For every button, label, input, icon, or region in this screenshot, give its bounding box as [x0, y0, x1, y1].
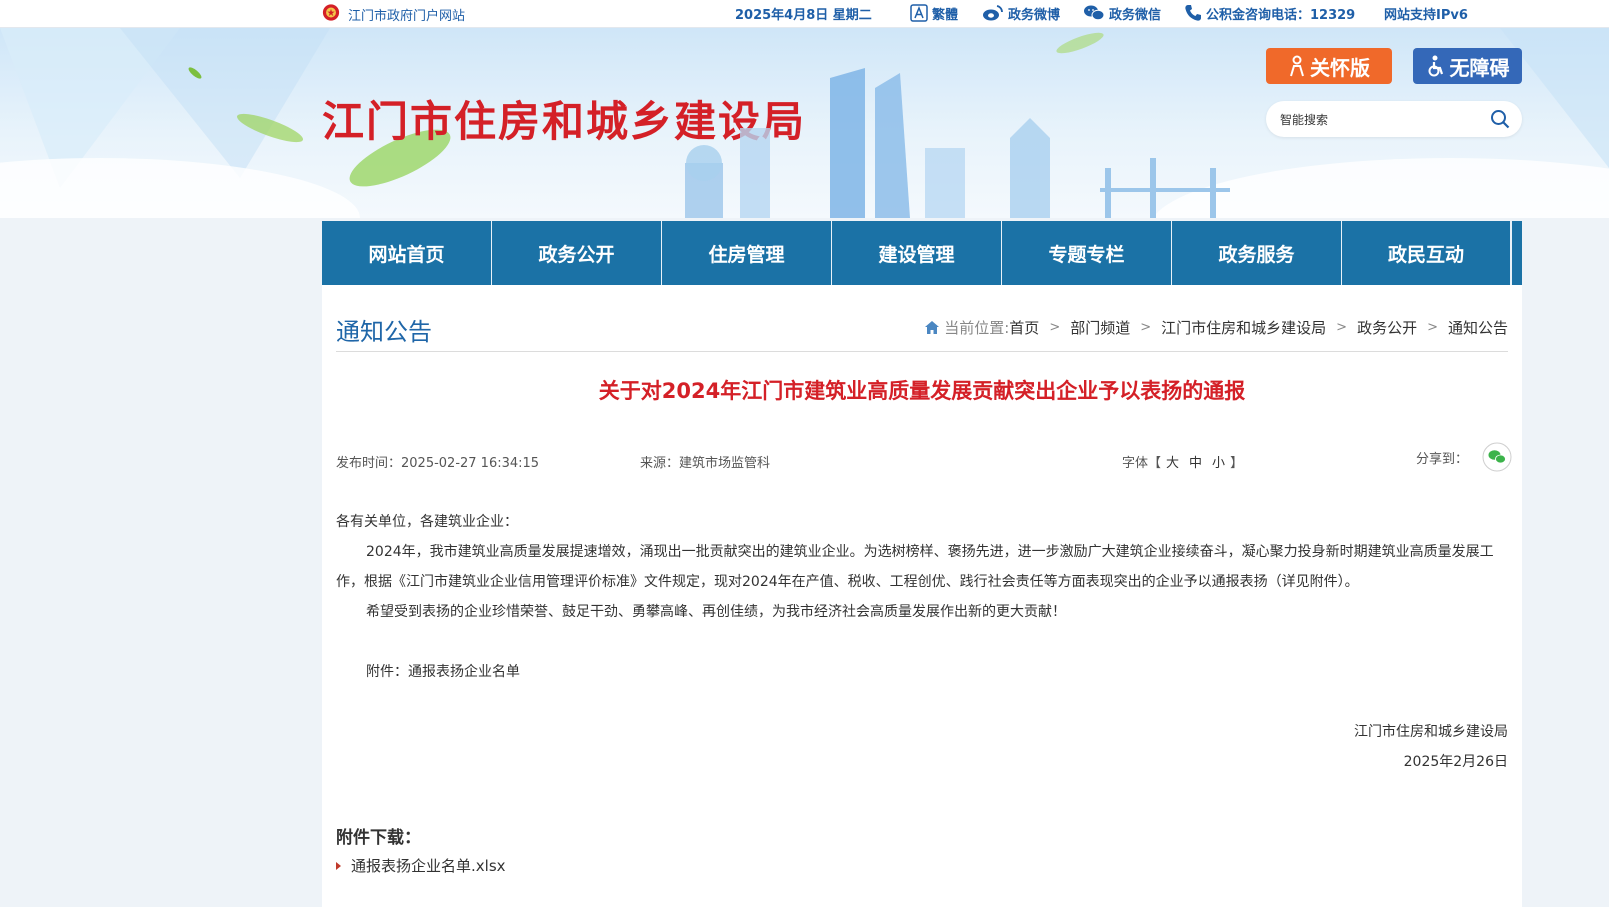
- weibo-label: 政务微博: [1008, 7, 1061, 23]
- breadcrumb-bureau[interactable]: 江门市住房和城乡建设局: [1161, 317, 1326, 338]
- article-body: 各有关单位，各建筑业企业： 2024年，我市建筑业高质量发展提速增效，涌现出一批…: [336, 507, 1508, 777]
- share-label: 分享到：: [1416, 451, 1469, 467]
- search-input[interactable]: [1278, 109, 1482, 131]
- body-attachment-line: 附件：通报表扬企业名单: [366, 664, 520, 680]
- hotline-label: 公积金咨询电话：12329: [1206, 7, 1356, 23]
- attachments-title: 附件下载：: [336, 828, 421, 848]
- breadcrumb-separator: >: [1140, 320, 1152, 335]
- breadcrumb-dept-channel[interactable]: 部门频道: [1070, 317, 1130, 338]
- breadcrumb: 当前位置: 首页 > 部门频道 > 江门市住房和城乡建设局 > 政务公开 > 通…: [925, 317, 1508, 338]
- breadcrumb-notices[interactable]: 通知公告: [1448, 317, 1508, 338]
- wechat-icon: [1084, 5, 1105, 21]
- body-paragraph: 2024年，我市建筑业高质量发展提速增效，涌现出一批贡献突出的建筑业企业。为选树…: [336, 544, 1494, 590]
- font-size-label: 字体【: [1122, 456, 1162, 471]
- wechat-share-icon[interactable]: [1482, 442, 1512, 472]
- wechat-link[interactable]: 政务微信: [1083, 2, 1161, 24]
- publish-time: 发布时间：2025-02-27 16:34:15: [336, 456, 540, 471]
- font-size-control: 字体【 大 中 小 】: [1122, 452, 1243, 471]
- breadcrumb-gov-affairs-open[interactable]: 政务公开: [1357, 317, 1417, 338]
- accessibility-label: 无障碍: [1449, 55, 1510, 80]
- nav-special-topics[interactable]: 专题专栏: [1002, 221, 1172, 285]
- attachment-link[interactable]: 通报表扬企业名单.xlsx: [336, 855, 506, 876]
- weibo-link[interactable]: 政务微博: [982, 2, 1060, 24]
- signature: 江门市住房和城乡建设局: [1354, 724, 1508, 740]
- breadcrumb-separator: >: [1049, 320, 1061, 335]
- city-skyline-illustration: [685, 68, 1230, 218]
- care-mode-label: 关怀版: [1310, 55, 1370, 80]
- font-size-bracket: 】: [1230, 456, 1244, 471]
- title-divider: [336, 351, 1508, 352]
- ipv6-support: 网站支持IPv6: [1384, 2, 1468, 24]
- breadcrumb-label: 当前位置:: [944, 319, 1010, 337]
- header-banner: 江门市住房和城乡建设局 关怀版 无障碍: [0, 28, 1609, 218]
- ipv6-label: 网站支持IPv6: [1384, 7, 1468, 23]
- font-size-large[interactable]: 大: [1166, 452, 1179, 471]
- wheelchair-icon: [1428, 55, 1443, 77]
- nav-housing-management[interactable]: 住房管理: [662, 221, 832, 285]
- article-panel: 通知公告 当前位置: 首页 > 部门频道 > 江门市住房和城乡建设局 > 政务公…: [322, 285, 1522, 907]
- search-box: [1266, 101, 1522, 137]
- nav-gov-services[interactable]: 政务服务: [1172, 221, 1342, 285]
- signature-date: 2025年2月26日: [1403, 754, 1508, 770]
- nav-construction-management[interactable]: 建设管理: [832, 221, 1002, 285]
- weibo-icon: [983, 5, 1003, 21]
- font-size-small[interactable]: 小: [1212, 452, 1225, 471]
- nav-gov-affairs-open[interactable]: 政务公开: [492, 221, 662, 285]
- body-greeting: 各有关单位，各建筑业企业：: [336, 514, 518, 530]
- home-icon: [925, 321, 940, 334]
- article-source: 来源：建筑市场监管科: [640, 456, 771, 471]
- traditional-chinese-link[interactable]: 繁體: [910, 2, 958, 24]
- attachment-filename: 通报表扬企业名单.xlsx: [351, 857, 506, 875]
- current-date: 2025年4月8日 星期二: [735, 8, 872, 23]
- national-emblem-icon: [322, 4, 340, 21]
- section-title: 通知公告: [336, 318, 432, 346]
- accessibility-button[interactable]: 无障碍: [1413, 48, 1522, 84]
- wechat-label: 政务微信: [1109, 7, 1162, 23]
- main-nav: 网站首页 政务公开 住房管理 建设管理 专题专栏 政务服务 政民互动: [322, 221, 1522, 285]
- phone-icon: [1185, 5, 1201, 21]
- traditional-chinese-label: 繁體: [932, 7, 959, 23]
- font-a-icon: [910, 4, 928, 22]
- search-icon[interactable]: [1490, 109, 1510, 129]
- body-paragraph: 希望受到表扬的企业珍惜荣誉、鼓足干劲、勇攀高峰、再创佳绩，为我市经济社会高质量发…: [366, 604, 1066, 620]
- breadcrumb-separator: >: [1427, 320, 1438, 335]
- breadcrumb-separator: >: [1336, 320, 1348, 335]
- care-mode-button[interactable]: 关怀版: [1266, 48, 1392, 84]
- gov-portal-link[interactable]: 江门市政府门户网站: [348, 5, 465, 24]
- article-title: 关于对2024年江门市建筑业高质量发展贡献突出企业予以表扬的通报: [598, 379, 1246, 403]
- breadcrumb-home[interactable]: 首页: [1009, 317, 1039, 338]
- font-size-medium[interactable]: 中: [1189, 452, 1202, 471]
- share-bar: 分享到：: [1416, 442, 1512, 472]
- bullet-arrow-icon: [336, 861, 341, 870]
- hotline: 公积金咨询电话：12329: [1184, 2, 1355, 24]
- nav-public-interaction[interactable]: 政民互动: [1342, 221, 1512, 285]
- top-bar: 江门市政府门户网站 2025年4月8日 星期二 繁體 政务微博 政务微信 公积金…: [0, 0, 1609, 28]
- nav-home[interactable]: 网站首页: [322, 221, 492, 285]
- person-icon: [1290, 55, 1304, 77]
